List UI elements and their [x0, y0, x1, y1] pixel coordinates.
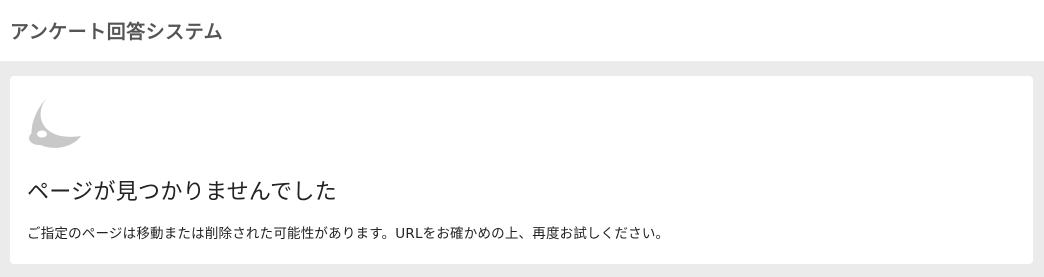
- crescent-moon-icon: [29, 98, 82, 148]
- error-message: ご指定のページは移動または削除された可能性があります。URLをお確かめの上、再度…: [27, 226, 670, 242]
- app-title: アンケート回答システム: [10, 21, 224, 43]
- app-header: アンケート回答システム: [0, 0, 1044, 61]
- error-panel: ページが見つかりませんでした ご指定のページは移動または削除された可能性がありま…: [10, 76, 1033, 264]
- error-heading: ページが見つかりませんでした: [27, 180, 338, 205]
